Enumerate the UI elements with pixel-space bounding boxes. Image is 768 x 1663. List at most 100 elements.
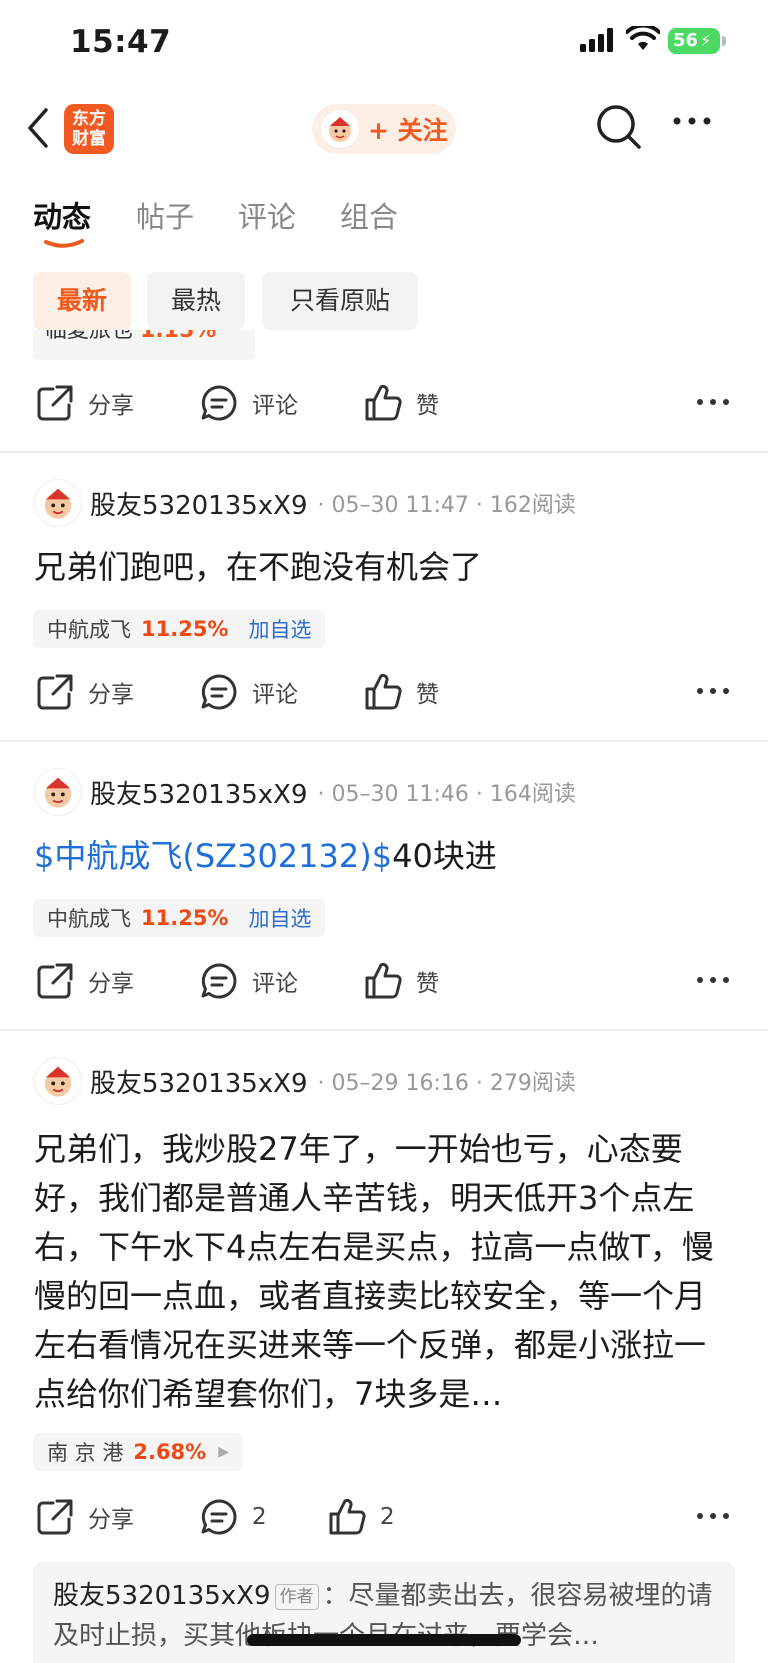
- comment-button[interactable]: 评论: [200, 962, 298, 1000]
- wifi-icon: [626, 26, 660, 50]
- post-more-icon[interactable]: [696, 1512, 730, 1520]
- app-logo: 东方 财富: [64, 104, 114, 154]
- stock-name: 中航成飞: [47, 618, 131, 642]
- share-button[interactable]: 分享: [36, 384, 134, 422]
- stock-tag[interactable]: 中航成飞 11.25% 加自选: [33, 899, 326, 937]
- thumbs-up-icon: [365, 962, 402, 999]
- avatar[interactable]: [34, 479, 82, 527]
- comment-icon: [201, 963, 237, 999]
- user-avatar-icon: [44, 777, 72, 808]
- post-header: 股友5320135xX9 · 05–30 11:46 · 164阅读: [34, 768, 576, 816]
- comment-button[interactable]: 2: [200, 1498, 267, 1536]
- post-body[interactable]: 兄弟们，我炒股27年了，一开始也亏，心态要好，我们都是普通人辛苦钱，明天低开3个…: [34, 1125, 734, 1419]
- divider: [0, 451, 768, 453]
- thumbs-up-icon: [329, 1498, 366, 1535]
- cellular-signal-icon: [580, 28, 613, 52]
- post-meta: · 05–29 16:16 · 279阅读: [317, 1071, 576, 1096]
- like-label: 赞: [416, 971, 439, 997]
- home-indicator: [247, 1634, 521, 1646]
- battery-icon: 56 ⚡: [668, 28, 720, 54]
- back-icon[interactable]: [26, 108, 50, 148]
- status-time: 15:47: [70, 24, 172, 60]
- post-text: 40块进: [392, 837, 497, 875]
- comment-label: 评论: [252, 682, 298, 708]
- post-actions: 分享 2 2: [0, 1490, 768, 1550]
- share-icon: [37, 385, 73, 421]
- author-name[interactable]: 股友5320135xX9: [90, 774, 308, 811]
- thumbs-up-icon: [365, 673, 402, 710]
- user-avatar-icon: [44, 1066, 72, 1097]
- reply-author[interactable]: 股友5320135xX9: [53, 1581, 271, 1611]
- charging-bolt-icon: ⚡: [700, 31, 712, 50]
- post-header: 股友5320135xX9 · 05–30 11:47 · 162阅读: [34, 479, 576, 527]
- stock-change: 11.25%: [141, 906, 229, 930]
- stock-tag[interactable]: 南 京 港 2.68% ▶: [33, 1433, 243, 1471]
- tab-portfolio[interactable]: 组合: [340, 194, 398, 236]
- like-button[interactable]: 赞: [364, 673, 439, 711]
- user-avatar-icon: [44, 488, 72, 519]
- like-label: 赞: [416, 393, 439, 419]
- share-button[interactable]: 分享: [36, 673, 134, 711]
- thumbs-up-icon: [365, 384, 402, 421]
- comment-icon: [201, 1499, 237, 1535]
- avatar[interactable]: [34, 768, 82, 816]
- tab-dynamic[interactable]: 动态: [33, 194, 91, 236]
- share-icon: [37, 1499, 73, 1535]
- stock-tag[interactable]: 中航成飞 11.25% 加自选: [33, 610, 326, 648]
- comment-icon: [201, 674, 237, 710]
- battery-level: 56: [673, 30, 699, 51]
- comment-button[interactable]: 评论: [200, 384, 298, 422]
- filter-original-only[interactable]: 只看原贴: [262, 272, 418, 330]
- stock-name: 南 京 港: [47, 1441, 124, 1465]
- reply-preview[interactable]: 股友5320135xX9作者：尽量都卖出去，很容易被埋的请及时止损，买其他板块一…: [33, 1562, 735, 1663]
- divider: [0, 740, 768, 742]
- avatar[interactable]: [34, 1057, 82, 1105]
- avatar: [320, 109, 360, 149]
- share-icon: [37, 674, 73, 710]
- filter-hottest[interactable]: 最热: [147, 272, 245, 330]
- post-more-icon[interactable]: [696, 687, 730, 695]
- divider: [0, 1029, 768, 1031]
- battery-tip: [722, 36, 726, 46]
- share-button[interactable]: 分享: [36, 1498, 134, 1536]
- share-button[interactable]: 分享: [36, 962, 134, 1000]
- user-avatar-icon: [329, 117, 351, 142]
- stock-change: 11.25%: [141, 617, 229, 641]
- stock-link[interactable]: $中航成飞(SZ302132)$: [34, 837, 392, 875]
- stock-tag[interactable]: 临夏旅也 1.15%: [33, 330, 255, 360]
- post-actions: 分享 评论 赞: [0, 665, 768, 725]
- more-options-icon[interactable]: [672, 116, 712, 126]
- add-watchlist-button[interactable]: 加自选: [248, 614, 311, 644]
- tab-posts[interactable]: 帖子: [136, 194, 194, 236]
- like-button[interactable]: 2: [328, 1498, 395, 1536]
- stock-name: 临夏旅也: [45, 330, 134, 343]
- author-name[interactable]: 股友5320135xX9: [90, 485, 308, 522]
- post-meta: · 05–30 11:46 · 164阅读: [317, 782, 576, 807]
- comment-button[interactable]: 评论: [200, 673, 298, 711]
- post-body[interactable]: 兄弟们跑吧，在不跑没有机会了: [34, 543, 734, 592]
- stock-change: 1.15%: [140, 330, 217, 343]
- post-actions: 分享 评论 赞: [0, 376, 768, 436]
- like-button[interactable]: 赞: [364, 384, 439, 422]
- share-label: 分享: [88, 682, 134, 708]
- tab-comments[interactable]: 评论: [238, 194, 296, 236]
- like-button[interactable]: 赞: [364, 962, 439, 1000]
- author-name[interactable]: 股友5320135xX9: [90, 1063, 308, 1100]
- follow-button[interactable]: + 关注: [312, 104, 456, 154]
- post-body[interactable]: $中航成飞(SZ302132)$40块进: [34, 832, 734, 881]
- like-label: 赞: [416, 682, 439, 708]
- filter-bar: 最新 最热 只看原贴: [0, 272, 768, 330]
- comment-icon: [201, 385, 237, 421]
- post-more-icon[interactable]: [696, 398, 730, 406]
- add-watchlist-button[interactable]: 加自选: [248, 903, 311, 933]
- logo-text-line1: 东方: [72, 109, 106, 129]
- logo-text-line2: 财富: [72, 129, 106, 149]
- search-icon[interactable]: [596, 104, 642, 152]
- author-badge: 作者: [274, 1583, 319, 1610]
- filter-latest[interactable]: 最新: [33, 272, 131, 330]
- comment-label: 评论: [252, 971, 298, 997]
- play-arrow-icon: ▶: [218, 1444, 229, 1460]
- nav-bar: 东方 财富 + 关注: [0, 96, 768, 162]
- status-bar: 15:47 56 ⚡: [0, 0, 768, 88]
- post-more-icon[interactable]: [696, 976, 730, 984]
